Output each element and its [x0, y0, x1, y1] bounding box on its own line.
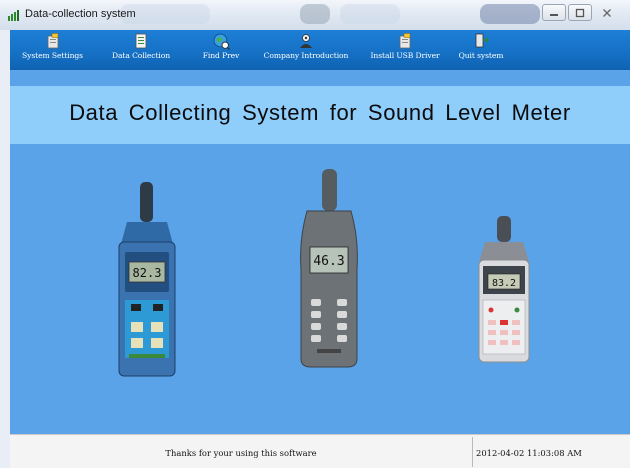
toolbar-label: Quit system: [458, 51, 504, 60]
app-icon: [8, 10, 19, 21]
toolbar-data-collection[interactable]: Data Collection: [102, 32, 180, 68]
exit-door-icon: [475, 33, 489, 48]
toolbar-label: Company Introduction: [263, 51, 349, 60]
top-band: [10, 70, 630, 86]
close-button[interactable]: [594, 4, 620, 21]
sound-level-meter-image-1: 82.3: [118, 182, 176, 377]
maximize-button[interactable]: [568, 4, 592, 21]
status-separator: [472, 437, 473, 467]
title-banner: Data Collecting System for Sound Level M…: [10, 86, 630, 144]
app-window: Data-collection system System Settings D…: [0, 0, 630, 468]
window-title: Data-collection system: [25, 8, 136, 20]
banner-title: Data Collecting System for Sound Level M…: [69, 100, 571, 125]
toolbar-label: Find Prev: [202, 51, 240, 60]
status-message: Thanks for your using this software: [165, 448, 317, 458]
sound-level-meter-image-2: 46.3: [300, 169, 358, 368]
titlebar-blur: [300, 4, 330, 24]
toolbar-quit-system[interactable]: Quit system: [452, 32, 510, 68]
toolbar-label: System Settings: [22, 51, 83, 60]
sound-level-meter-image-3: 83.2: [478, 216, 530, 363]
install-doc-icon: [399, 33, 411, 49]
toolbar: System Settings Data Collection Find Pre…: [10, 30, 630, 70]
titlebar-blur: [340, 4, 400, 24]
toolbar-find-prev[interactable]: Find Prev: [192, 32, 250, 68]
find-globe-icon: [213, 33, 230, 50]
meter-reading: 46.3: [313, 254, 344, 269]
minimize-button[interactable]: [542, 4, 566, 21]
toolbar-label: Install USB Driver: [370, 51, 440, 60]
status-bar: Thanks for your using this software 2012…: [10, 434, 630, 468]
main-display-area: 82.3 46.3 83.2: [10, 144, 630, 434]
meter-reading: 83.2: [492, 278, 516, 289]
data-sheet-icon: [135, 33, 147, 49]
toolbar-install-usb-driver[interactable]: Install USB Driver: [363, 32, 447, 68]
meter-reading: 82.3: [133, 266, 162, 280]
minimize-icon: [550, 13, 558, 16]
toolbar-system-settings[interactable]: System Settings: [15, 32, 90, 68]
titlebar-blur: [480, 4, 540, 24]
maximize-icon: [575, 8, 585, 17]
toolbar-company-introduction[interactable]: Company Introduction: [257, 32, 355, 68]
close-icon: [603, 8, 611, 17]
settings-doc-icon: [47, 33, 58, 49]
title-bar[interactable]: Data-collection system: [0, 0, 630, 30]
status-datetime: 2012-04-02 11:03:08 AM: [476, 448, 582, 458]
toolbar-label: Data Collection: [111, 51, 171, 60]
company-icon: [300, 34, 312, 48]
